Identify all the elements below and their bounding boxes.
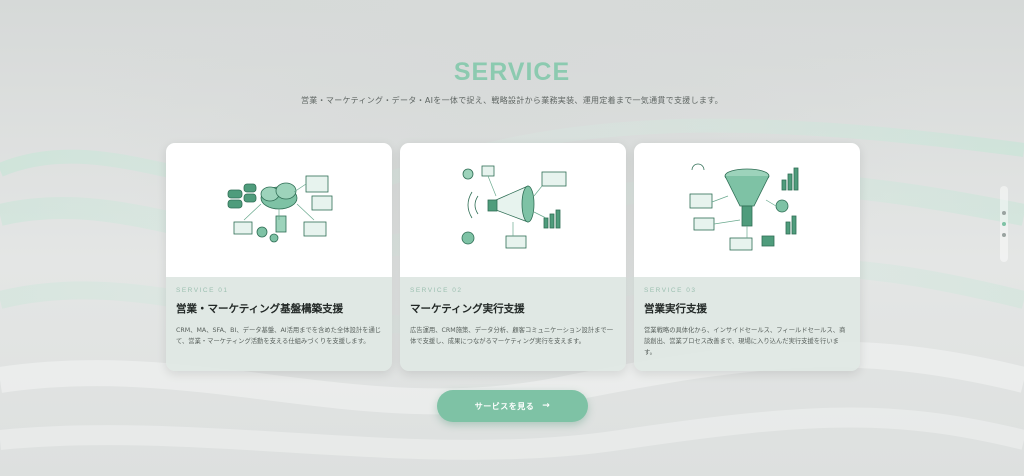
card-label: SERVICE 02 bbox=[410, 287, 463, 294]
card-label: SERVICE 03 bbox=[644, 287, 697, 294]
card-description: CRM、MA、SFA、BI、データ基盤、AI活用までを含めた全体設計を通じて、営… bbox=[176, 327, 382, 346]
card-label: SERVICE 01 bbox=[176, 287, 229, 294]
indicator-dot-active bbox=[1002, 222, 1006, 226]
cloud-data-infrastructure-icon bbox=[166, 143, 392, 277]
card-title: 営業実行支援 bbox=[644, 303, 707, 315]
service-card-01[interactable]: SERVICE 01 営業・マーケティング基盤構築支援 CRM、MA、SFA、B… bbox=[166, 143, 392, 371]
section-title: SERVICE bbox=[453, 58, 571, 86]
scroll-indicator[interactable] bbox=[1000, 186, 1008, 262]
service-card-02[interactable]: SERVICE 02 マーケティング実行支援 広告運用、CRM施策、データ分析、… bbox=[400, 143, 626, 371]
card-title: 営業・マーケティング基盤構築支援 bbox=[176, 303, 344, 315]
arrow-right-icon: → bbox=[542, 401, 551, 411]
sales-funnel-icon bbox=[634, 143, 860, 277]
cta-label: サービスを見る bbox=[474, 401, 535, 411]
service-card-03[interactable]: SERVICE 03 営業実行支援 営業戦略の具体化から、インサイドセールス、フ… bbox=[634, 143, 860, 371]
indicator-dot bbox=[1002, 233, 1006, 237]
view-services-button[interactable]: サービスを見る → bbox=[437, 390, 588, 422]
card-description: 営業戦略の具体化から、インサイドセールス、フィールドセールス、商談創出、営業プロ… bbox=[644, 327, 846, 357]
megaphone-marketing-icon bbox=[400, 143, 626, 277]
section-subtitle: 営業・マーケティング・データ・AIを一体で捉え、戦略設計から業務実装、運用定着ま… bbox=[301, 96, 723, 105]
card-description: 広告運用、CRM施策、データ分析、顧客コミュニケーション設計まで一体で支援し、成… bbox=[410, 327, 613, 346]
card-title: マーケティング実行支援 bbox=[410, 303, 525, 315]
indicator-dot bbox=[1002, 211, 1006, 215]
